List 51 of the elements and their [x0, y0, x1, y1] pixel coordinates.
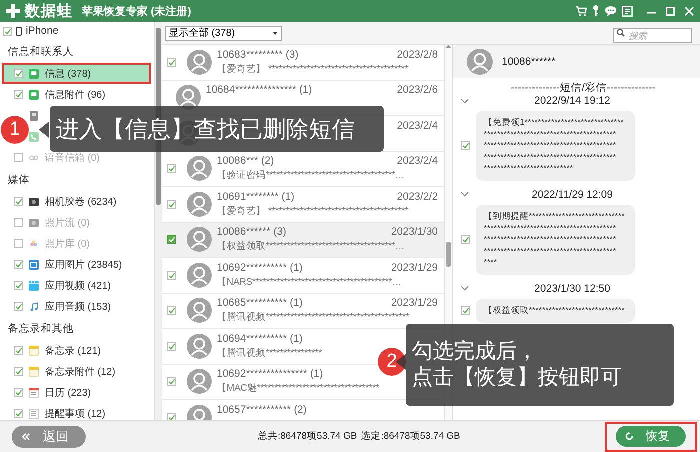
message-date: 2023/2/6: [397, 84, 438, 96]
message-text: ****************************************: [484, 152, 616, 164]
message-text: ****************************************: [484, 140, 616, 152]
message-preview: 【NARS****************************************…: [217, 276, 402, 289]
message-preview: 【验证密码*************************************…: [217, 169, 405, 182]
window-title: 苹果恢复专家 (未注册): [82, 4, 192, 18]
message-time: 2022/9/14 19:12: [534, 95, 612, 107]
message-text: 【到期提醒*****************************: [484, 210, 625, 223]
section-title: 备忘录和其他: [7, 322, 75, 336]
contact-number: 10694********** (1): [217, 332, 303, 345]
contact-number: 10657*********** (2): [217, 404, 307, 416]
message-date: 2023/2/4: [397, 155, 438, 168]
message-text: ***************************: [484, 163, 574, 175]
message-preview: 【MAC魅***********************************: [217, 382, 380, 396]
message-text: ****************************************: [484, 222, 616, 234]
callout-text: 进入【信息】查找已删除短信: [56, 114, 355, 144]
selected-status: 选定:86478项53.74 GB: [361, 430, 460, 443]
contact-number: 10683********* (3): [217, 48, 299, 61]
contact-number: 10691******** (1): [217, 190, 295, 203]
contact-number: 10086*** (2): [217, 155, 274, 168]
contact-number: 10692********** (1): [217, 262, 303, 274]
message-time: 2022/11/29 12:09: [531, 188, 614, 201]
message-text: ****************************************: [484, 128, 616, 140]
message-date: 2023/1/29: [391, 262, 438, 274]
message-date: 2023/1/29: [391, 297, 438, 310]
message-preview: 【权益领取*************************************…: [217, 240, 405, 254]
message-date: 2023/2/2: [397, 190, 438, 203]
message-text: 【权益领取*****************************: [484, 304, 625, 317]
contact-number: 10685********** (1): [217, 297, 303, 310]
message-date: 2023/1/30: [391, 226, 438, 238]
message-preview: 【爱奇艺】 ****************************************: [217, 204, 408, 218]
message-preview: 【腾讯视频****************: [217, 346, 322, 360]
contact-number: 10086******: [502, 56, 556, 68]
message-text: ****: [484, 257, 498, 269]
device-name: iPhone: [26, 25, 59, 37]
message-time: 2023/1/30 12:50: [534, 282, 612, 295]
contact-number: 10086****** (3): [217, 226, 286, 238]
message-date: 2023/2/8: [397, 48, 438, 61]
message-text: ****************************************: [484, 234, 616, 246]
message-text: 【免费领1******************************: [484, 117, 624, 129]
message-text: ****************************************: [484, 246, 616, 258]
section-title: 媒体: [7, 172, 31, 188]
contact-number: 10684*************** (1): [206, 84, 312, 96]
section-title: 信息和联系人: [7, 44, 75, 60]
message-preview: 【爱奇艺】 ****************************************: [217, 62, 408, 76]
section-divider: --------------短信/彩信--------------: [510, 81, 657, 94]
app-logo: 数据蛙: [25, 2, 73, 20]
total-status: 总共:86478项53.74 GB: [258, 430, 358, 443]
message-preview: 【腾讯视频*****************************************: [217, 311, 410, 324]
message-date: 2023/2/4: [397, 120, 438, 132]
contact-number: 10692*************** (1): [217, 368, 324, 380]
